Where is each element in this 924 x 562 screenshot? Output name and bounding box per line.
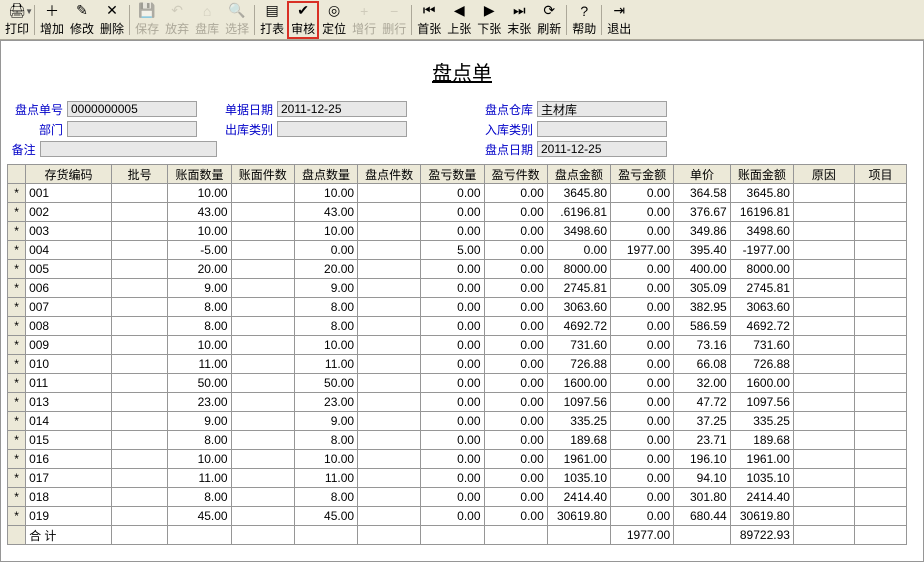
col-header[interactable]: 单价 — [674, 165, 730, 184]
val-countdate[interactable]: 2011-12-25 — [537, 141, 667, 157]
table-row[interactable]: *0158.008.000.000.00189.680.0023.71189.6… — [8, 431, 907, 450]
refresh-icon: ⟳ — [541, 3, 557, 19]
val-remark[interactable] — [40, 141, 217, 157]
table-row[interactable]: *00110.0010.000.000.003645.800.00364.583… — [8, 184, 907, 203]
help-button[interactable]: ?帮助 — [569, 2, 599, 38]
select-icon: 🔍 — [229, 3, 245, 19]
discard-button: ↶放弃 — [162, 2, 192, 38]
header-block: 盘点单号0000000005 部门 备注 单据日期2011-12-25 出库类别… — [7, 100, 917, 158]
col-header[interactable]: 原因 — [793, 165, 854, 184]
col-header[interactable]: 盘点数量 — [294, 165, 357, 184]
exit-icon: ⇥ — [611, 3, 627, 19]
first-button[interactable]: ⏮首张 — [414, 2, 444, 38]
prev-button[interactable]: ◀上张 — [444, 2, 474, 38]
first-icon: ⏮ — [421, 3, 437, 19]
table-row[interactable]: *004-5.000.005.000.000.001977.00395.40-1… — [8, 241, 907, 260]
addrow-button: +增行 — [349, 2, 379, 38]
edit-button[interactable]: ✎修改 — [67, 2, 97, 38]
print-button[interactable]: 🖨打印▼ — [2, 2, 32, 38]
toolbar: 🖨打印▼＋增加✎修改✕删除💾保存↶放弃⌂盘库🔍选择▤打表✔审核◎定位+增行−删行… — [0, 0, 924, 40]
val-dept[interactable] — [67, 121, 197, 137]
table-row[interactable]: *00243.0043.000.000.00.6196.810.00376.67… — [8, 203, 907, 222]
lbl-dept: 部门 — [7, 121, 67, 138]
col-header[interactable]: 账面件数 — [231, 165, 294, 184]
addrow-icon: + — [356, 3, 372, 19]
val-intype[interactable] — [537, 121, 667, 137]
prev-icon: ◀ — [451, 3, 467, 19]
last-icon: ⏭ — [511, 3, 527, 19]
locate-icon: ◎ — [326, 3, 342, 19]
delrow-button: −删行 — [379, 2, 409, 38]
val-whs[interactable]: 主材库 — [537, 101, 667, 117]
col-header[interactable]: 盈亏数量 — [421, 165, 484, 184]
col-header[interactable]: 账面数量 — [168, 165, 231, 184]
delete-icon: ✕ — [104, 3, 120, 19]
table-row[interactable]: *01011.0011.000.000.00726.880.0066.08726… — [8, 355, 907, 374]
dropdown-caret-icon: ▼ — [25, 7, 33, 16]
warehouse-button: ⌂盘库 — [192, 2, 222, 38]
lbl-countdate: 盘点日期 — [477, 141, 537, 158]
table-row[interactable]: *0149.009.000.000.00335.250.0037.25335.2… — [8, 412, 907, 431]
next-icon: ▶ — [481, 3, 497, 19]
table-row[interactable]: *01150.0050.000.000.001600.000.0032.0016… — [8, 374, 907, 393]
lbl-docdate: 单据日期 — [217, 101, 277, 118]
save-button: 💾保存 — [132, 2, 162, 38]
exit-button[interactable]: ⇥退出 — [604, 2, 634, 38]
doc-title: 盘点单 — [7, 57, 917, 86]
add-icon: ＋ — [44, 3, 60, 19]
col-header[interactable]: 项目 — [854, 165, 906, 184]
table-row[interactable]: *01610.0010.000.000.001961.000.00196.101… — [8, 450, 907, 469]
val-docdate[interactable]: 2011-12-25 — [277, 101, 407, 117]
data-grid[interactable]: 存货编码批号账面数量账面件数盘点数量盘点件数盈亏数量盈亏件数盘点金额盈亏金额单价… — [7, 164, 907, 545]
table-row[interactable]: *01945.0045.000.000.0030619.800.00680.44… — [8, 507, 907, 526]
add-button[interactable]: ＋增加 — [37, 2, 67, 38]
discard-icon: ↶ — [169, 3, 185, 19]
warehouse-icon: ⌂ — [199, 3, 215, 19]
lbl-intype: 入库类别 — [477, 121, 537, 138]
col-header[interactable]: 批号 — [111, 165, 167, 184]
table-row[interactable]: *0188.008.000.000.002414.400.00301.80241… — [8, 488, 907, 507]
lbl-whs: 盘点仓库 — [477, 101, 537, 118]
lbl-remark: 备注 — [7, 141, 40, 158]
edit-icon: ✎ — [74, 3, 90, 19]
table-row[interactable]: *0069.009.000.000.002745.810.00305.09274… — [8, 279, 907, 298]
table-row[interactable]: *0088.008.000.000.004692.720.00586.59469… — [8, 317, 907, 336]
select-button: 🔍选择 — [222, 2, 252, 38]
table-row[interactable]: *00910.0010.000.000.00731.600.0073.16731… — [8, 336, 907, 355]
val-outtype[interactable] — [277, 121, 407, 137]
table-row[interactable]: *01711.0011.000.000.001035.100.0094.1010… — [8, 469, 907, 488]
report-icon: ▤ — [264, 3, 280, 19]
save-icon: 💾 — [139, 3, 155, 19]
col-header[interactable]: 盘点件数 — [358, 165, 421, 184]
table-row[interactable]: *0078.008.000.000.003063.600.00382.95306… — [8, 298, 907, 317]
lbl-outtype: 出库类别 — [217, 121, 277, 138]
col-header[interactable]: 盈亏金额 — [611, 165, 674, 184]
last-button[interactable]: ⏭末张 — [504, 2, 534, 38]
col-header[interactable]: 存货编码 — [26, 165, 112, 184]
table-row[interactable]: *00520.0020.000.000.008000.000.00400.008… — [8, 260, 907, 279]
next-button[interactable]: ▶下张 — [474, 2, 504, 38]
delrow-icon: − — [386, 3, 402, 19]
col-header[interactable]: 盈亏件数 — [484, 165, 547, 184]
lbl-docno: 盘点单号 — [7, 101, 67, 118]
audit-icon: ✔ — [295, 3, 311, 19]
table-row[interactable]: *01323.0023.000.000.001097.560.0047.7210… — [8, 393, 907, 412]
help-icon: ? — [576, 3, 592, 19]
col-header[interactable]: 账面金额 — [730, 165, 793, 184]
locate-button[interactable]: ◎定位 — [319, 2, 349, 38]
report-button[interactable]: ▤打表 — [257, 2, 287, 38]
delete-button[interactable]: ✕删除 — [97, 2, 127, 38]
table-row[interactable]: *00310.0010.000.000.003498.600.00349.863… — [8, 222, 907, 241]
audit-button[interactable]: ✔审核 — [287, 1, 319, 39]
val-docno[interactable]: 0000000005 — [67, 101, 197, 117]
refresh-button[interactable]: ⟳刷新 — [534, 2, 564, 38]
print-icon: 🖨 — [9, 3, 25, 19]
col-header[interactable]: 盘点金额 — [547, 165, 610, 184]
work-area: 盘点单 盘点单号0000000005 部门 备注 单据日期2011-12-25 … — [0, 40, 924, 562]
totals-row: 合 计1977.0089722.93 — [8, 526, 907, 545]
